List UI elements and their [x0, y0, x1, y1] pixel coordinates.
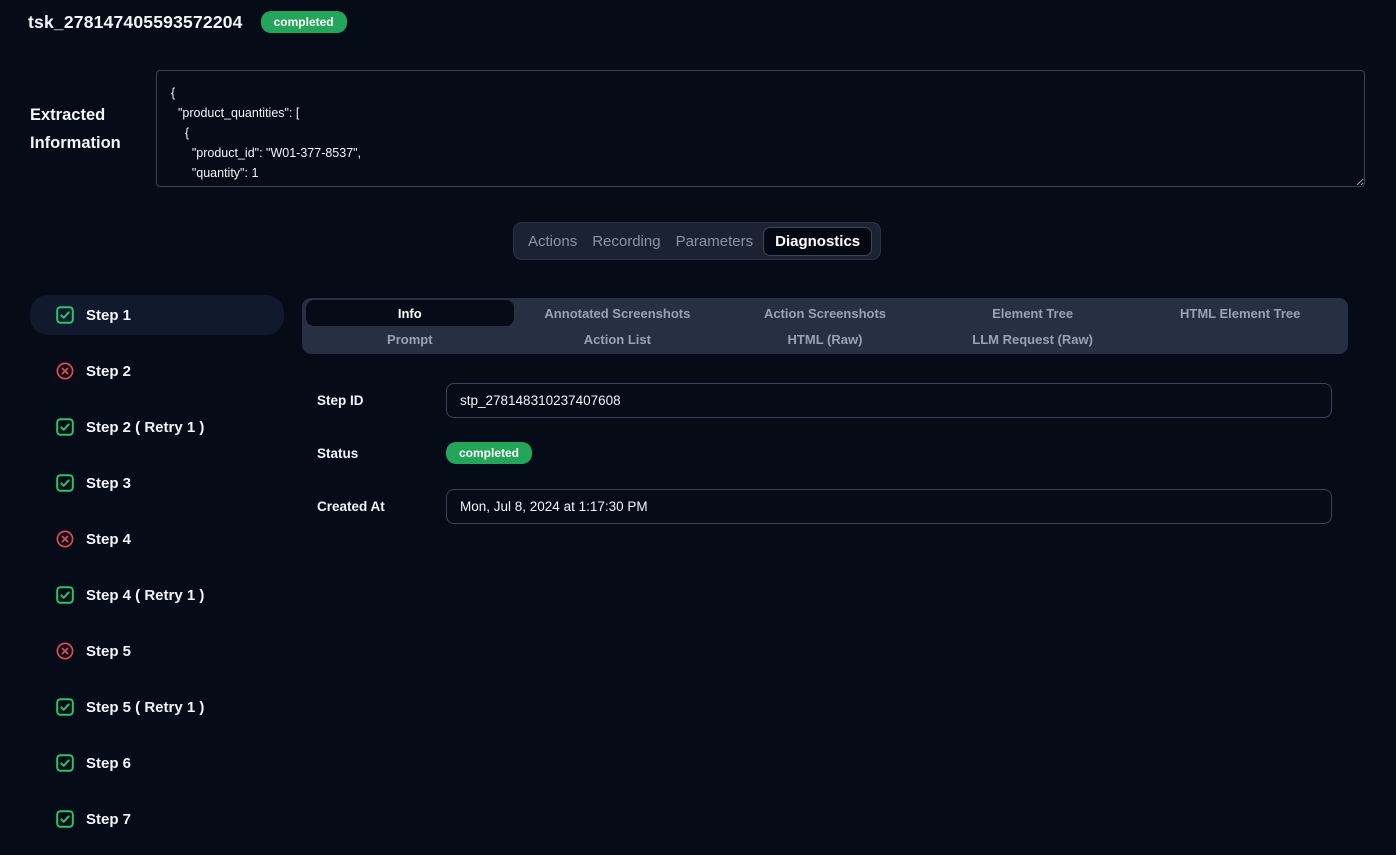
tab-diagnostics[interactable]: Diagnostics	[763, 227, 872, 256]
step-id-input[interactable]	[446, 383, 1332, 418]
step-list: Step 1 Step 2 Step 2 ( Retry 1 ) Step 3 Step…	[30, 295, 284, 855]
step-id-label: Step ID	[317, 393, 364, 408]
extracted-label-line1: Extracted	[30, 101, 121, 129]
error-circle-icon	[56, 530, 74, 548]
check-square-icon	[56, 698, 74, 716]
tab-recording[interactable]: Recording	[587, 227, 665, 256]
sub-tab-action-list[interactable]: Action List	[514, 326, 722, 352]
extracted-information-textarea[interactable]: { "product_quantities": [ { "product_id"…	[156, 70, 1365, 187]
sub-tab-annotated-screenshots[interactable]: Annotated Screenshots	[514, 300, 722, 326]
check-square-icon	[56, 474, 74, 492]
step-item-step-4-retry-1[interactable]: Step 4 ( Retry 1 )	[30, 575, 284, 615]
extracted-label-line2: Information	[30, 129, 121, 157]
tab-parameters[interactable]: Parameters	[671, 227, 759, 256]
check-square-icon	[56, 754, 74, 772]
step-item-step-5[interactable]: Step 5	[30, 631, 284, 671]
sub-tab-llm-request-raw[interactable]: LLM Request (Raw)	[929, 326, 1137, 352]
sub-tab-action-screenshots[interactable]: Action Screenshots	[721, 300, 929, 326]
created-at-label: Created At	[317, 499, 385, 514]
sub-tab-info[interactable]: Info	[306, 300, 514, 326]
check-square-icon	[56, 418, 74, 436]
step-label: Step 6	[86, 755, 131, 772]
error-circle-icon	[56, 642, 74, 660]
created-at-input[interactable]	[446, 489, 1332, 524]
check-square-icon	[56, 586, 74, 604]
step-label: Step 1	[86, 307, 131, 324]
step-label: Step 4 ( Retry 1 )	[86, 587, 204, 604]
main-tab-bar: ActionsRecordingParametersDiagnostics	[513, 222, 881, 260]
check-square-icon	[56, 810, 74, 828]
step-item-step-2[interactable]: Step 2	[30, 351, 284, 391]
task-id-title: tsk_278147405593572204	[28, 12, 243, 33]
step-label: Step 5 ( Retry 1 )	[86, 699, 204, 716]
extracted-information-label: Extracted Information	[30, 101, 121, 157]
step-item-step-3[interactable]: Step 3	[30, 463, 284, 503]
step-status-badge: completed	[446, 442, 532, 464]
sub-tab-bar: InfoAnnotated ScreenshotsAction Screensh…	[302, 298, 1348, 354]
task-status-badge: completed	[261, 11, 347, 33]
step-item-step-5-retry-1[interactable]: Step 5 ( Retry 1 )	[30, 687, 284, 727]
step-label: Step 2	[86, 363, 131, 380]
step-label: Step 3	[86, 475, 131, 492]
sub-tab-html-element-tree[interactable]: HTML Element Tree	[1136, 300, 1344, 326]
sub-tab-element-tree[interactable]: Element Tree	[929, 300, 1137, 326]
tab-actions[interactable]: Actions	[523, 227, 582, 256]
check-square-icon	[56, 306, 74, 324]
step-label: Step 2 ( Retry 1 )	[86, 419, 204, 436]
step-item-step-2-retry-1[interactable]: Step 2 ( Retry 1 )	[30, 407, 284, 447]
step-item-step-7[interactable]: Step 7	[30, 799, 284, 839]
status-label: Status	[317, 446, 358, 461]
step-item-step-6[interactable]: Step 6	[30, 743, 284, 783]
page-header: tsk_278147405593572204 completed	[28, 11, 347, 33]
step-label: Step 4	[86, 531, 131, 548]
step-item-step-1[interactable]: Step 1	[30, 295, 284, 335]
sub-tab-html-raw[interactable]: HTML (Raw)	[721, 326, 929, 352]
step-label: Step 7	[86, 811, 131, 828]
sub-tab-prompt[interactable]: Prompt	[306, 326, 514, 352]
step-item-step-4[interactable]: Step 4	[30, 519, 284, 559]
error-circle-icon	[56, 362, 74, 380]
step-label: Step 5	[86, 643, 131, 660]
